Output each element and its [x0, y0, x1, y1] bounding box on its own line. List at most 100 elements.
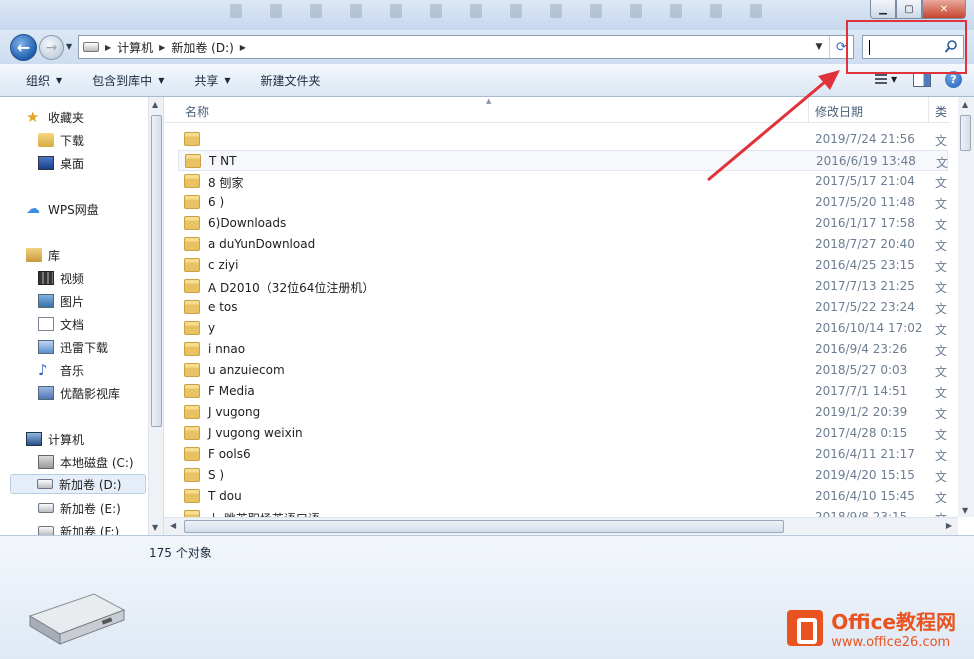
- address-dropdown[interactable]: ▼: [811, 36, 827, 58]
- scroll-thumb[interactable]: [184, 520, 784, 533]
- forward-button[interactable]: →: [39, 35, 64, 60]
- breadcrumb-computer[interactable]: 计算机: [117, 39, 153, 56]
- youku-library-icon: [38, 386, 54, 400]
- back-button[interactable]: ←: [10, 34, 37, 61]
- column-divider[interactable]: [928, 97, 929, 123]
- file-row[interactable]: S ) 2019/4/20 15:15 文: [178, 465, 948, 486]
- file-row[interactable]: T dou 2016/4/10 15:45 文: [178, 486, 948, 507]
- file-date: 2016/1/17 17:58: [815, 216, 915, 230]
- file-name: J vugong: [208, 405, 261, 419]
- nav-label: 下载: [60, 133, 85, 148]
- file-row[interactable]: e tos 2017/5/22 23:24 文: [178, 297, 948, 318]
- column-name[interactable]: 名称: [185, 103, 209, 120]
- chevron-down-icon: ▼: [56, 75, 63, 85]
- file-row[interactable]: F ools6 2016/4/11 21:17 文: [178, 444, 948, 465]
- hard-drive-icon: [28, 593, 126, 645]
- nav-label: 计算机: [48, 432, 85, 447]
- recent-pages-dropdown[interactable]: ▼: [66, 42, 72, 51]
- scroll-thumb[interactable]: [960, 115, 971, 151]
- scroll-down-icon[interactable]: ▼: [152, 523, 158, 532]
- scroll-up-icon[interactable]: ▲: [962, 100, 968, 109]
- music-note-icon: ♪: [38, 361, 48, 379]
- nav-youku-library[interactable]: 优酷影视库: [38, 383, 120, 403]
- file-row[interactable]: i nnao 2016/9/4 23:26 文: [178, 339, 948, 360]
- file-row[interactable]: c ziyi 2016/4/25 23:15 文: [178, 255, 948, 276]
- address-bar[interactable]: ▶ 计算机 ▶ 新加卷 (D:) ▶ ▼ ⟳: [78, 35, 854, 59]
- new-folder-button[interactable]: 新建文件夹: [261, 72, 321, 89]
- nav-desktop[interactable]: 桌面: [38, 153, 84, 173]
- file-name: c ziyi: [208, 258, 239, 272]
- downloads-folder-icon: [38, 133, 54, 147]
- file-name: S ): [208, 468, 225, 482]
- file-date: 2019/1/2 20:39: [815, 405, 908, 419]
- nav-drive-e[interactable]: 新加卷 (E:): [38, 498, 121, 518]
- nav-label: 新加卷 (D:): [59, 477, 122, 492]
- file-list-vertical-scrollbar[interactable]: ▲ ▼: [958, 97, 974, 517]
- nav-libraries[interactable]: 库: [26, 245, 60, 265]
- file-row[interactable]: y 2016/10/14 17:02 文: [178, 318, 948, 339]
- folder-icon: [184, 342, 200, 356]
- file-type: 文: [935, 218, 948, 232]
- scroll-thumb[interactable]: [151, 115, 162, 427]
- nav-drive-c[interactable]: 本地磁盘 (C:): [38, 452, 134, 472]
- file-name: J vugong weixin: [208, 426, 303, 440]
- file-date: 2016/4/10 15:45: [815, 489, 915, 503]
- nav-label: 桌面: [60, 156, 85, 171]
- file-type: 文: [935, 197, 948, 211]
- file-type: 文: [935, 323, 948, 337]
- nav-wps-cloud[interactable]: ☁ WPS网盘: [26, 199, 99, 219]
- file-row[interactable]: A D2010（32位64位注册机） 2017/7/13 21:25 文: [178, 276, 948, 297]
- scroll-down-icon[interactable]: ▼: [962, 506, 968, 515]
- thunder-download-icon: [38, 340, 54, 354]
- column-type[interactable]: 类: [935, 103, 947, 120]
- file-list-horizontal-scrollbar[interactable]: ◀ ▶: [164, 517, 958, 535]
- chevron-right-icon[interactable]: ▶: [240, 43, 246, 52]
- nav-videos[interactable]: 视频: [38, 268, 84, 288]
- file-name: e tos: [208, 300, 238, 314]
- file-row[interactable]: u anzuiecom 2018/5/27 0:03 文: [178, 360, 948, 381]
- hard-drive-icon: [38, 503, 54, 513]
- scroll-up-icon[interactable]: ▲: [152, 100, 158, 109]
- nav-downloads[interactable]: 下载: [38, 130, 84, 150]
- document-icon: [38, 317, 54, 331]
- file-row[interactable]: a duYunDownload 2018/7/27 20:40 文: [178, 234, 948, 255]
- organize-label: 组织: [26, 73, 51, 88]
- file-row[interactable]: 6 ) 2017/5/20 11:48 文: [178, 192, 948, 213]
- scroll-right-icon[interactable]: ▶: [946, 521, 952, 530]
- nav-favorites[interactable]: ★ 收藏夹: [26, 107, 84, 127]
- annotation-highlight-box: [846, 20, 967, 74]
- nav-music[interactable]: ♪ 音乐: [38, 360, 84, 380]
- nav-drive-d[interactable]: 新加卷 (D:): [10, 474, 146, 494]
- organize-button[interactable]: 组织 ▼: [26, 72, 62, 89]
- hard-drive-icon: [37, 479, 53, 489]
- nav-scrollbar[interactable]: ▲ ▼: [148, 97, 163, 535]
- file-date: 2018/7/27 20:40: [815, 237, 915, 251]
- chevron-right-icon[interactable]: ▶: [159, 43, 165, 52]
- file-date: 2018/5/27 0:03: [815, 363, 908, 377]
- scroll-left-icon[interactable]: ◀: [170, 521, 176, 530]
- nav-label: 音乐: [60, 363, 85, 378]
- library-icon: [26, 248, 42, 262]
- nav-pictures[interactable]: 图片: [38, 291, 84, 311]
- minimize-button[interactable]: ▁: [870, 0, 896, 19]
- file-date: 2017/5/22 23:24: [815, 300, 915, 314]
- nav-drive-f[interactable]: 新加卷 (F:): [38, 521, 119, 535]
- nav-documents[interactable]: 文档: [38, 314, 84, 334]
- folder-icon: [184, 258, 200, 272]
- share-button[interactable]: 共享 ▼: [194, 72, 230, 89]
- file-row[interactable]: J vugong weixin 2017/4/28 0:15 文: [178, 423, 948, 444]
- breadcrumb-drive-d[interactable]: 新加卷 (D:): [171, 39, 233, 56]
- file-row[interactable]: J vugong 2019/1/2 20:39 文: [178, 402, 948, 423]
- office-logo-icon: [787, 610, 824, 646]
- chevron-right-icon[interactable]: ▶: [105, 43, 111, 52]
- chevron-down-icon: ▼: [158, 75, 165, 85]
- file-row[interactable]: 6)Downloads 2016/1/17 17:58 文: [178, 213, 948, 234]
- nav-label: 图片: [60, 294, 85, 309]
- include-in-library-button[interactable]: 包含到库中 ▼: [92, 72, 164, 89]
- file-row[interactable]: F Media 2017/7/1 14:51 文: [178, 381, 948, 402]
- nav-thunder-downloads[interactable]: 迅雷下载: [38, 337, 108, 357]
- folder-icon: [184, 447, 200, 461]
- nav-computer[interactable]: 计算机: [26, 429, 84, 449]
- close-button[interactable]: ✕: [922, 0, 966, 19]
- maximize-button[interactable]: ▢: [896, 0, 922, 19]
